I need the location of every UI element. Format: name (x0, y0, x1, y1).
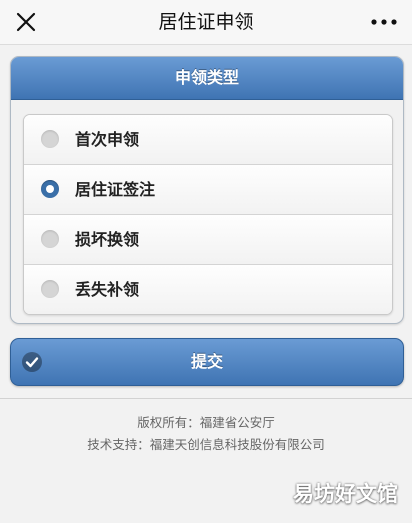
radio-unchecked-icon[interactable] (41, 230, 59, 248)
submit-button[interactable]: 提交 (10, 338, 404, 386)
option-first-application[interactable]: 首次申领 (24, 115, 392, 164)
watermark: 易坊好文馆 (293, 482, 398, 506)
top-navigation-bar: 居住证申领 (0, 0, 412, 45)
option-loss-reissue[interactable]: 丢失补领 (24, 264, 392, 314)
close-icon (16, 12, 36, 32)
option-residence-endorsement[interactable]: 居住证签注 (24, 164, 392, 214)
option-damage-replacement[interactable]: 损坏换领 (24, 214, 392, 264)
radio-checked-icon[interactable] (41, 180, 59, 198)
option-label: 损坏换领 (75, 230, 140, 249)
more-icon (371, 19, 397, 25)
copyright-text: 版权所有：福建省公安厅 (137, 415, 275, 430)
page-title: 居住证申领 (158, 11, 254, 33)
more-button[interactable] (364, 6, 404, 38)
panel-header: 申领类型 (11, 57, 403, 100)
footer-divider (0, 398, 412, 399)
radio-unchecked-icon[interactable] (41, 280, 59, 298)
application-type-options: 首次申领 居住证签注 损坏换领 丢失补领 (23, 114, 393, 315)
submit-label: 提交 (190, 352, 223, 371)
option-label: 首次申领 (75, 130, 140, 149)
tech-support-text: 技术支持：福建天创信息科技股份有限公司 (87, 437, 325, 452)
close-button[interactable] (10, 6, 42, 38)
application-type-panel: 申领类型 首次申领 居住证签注 损坏换领 丢失补领 (10, 56, 404, 324)
option-label: 居住证签注 (75, 180, 156, 199)
option-label: 丢失补领 (75, 280, 140, 299)
radio-unchecked-icon[interactable] (41, 130, 59, 148)
